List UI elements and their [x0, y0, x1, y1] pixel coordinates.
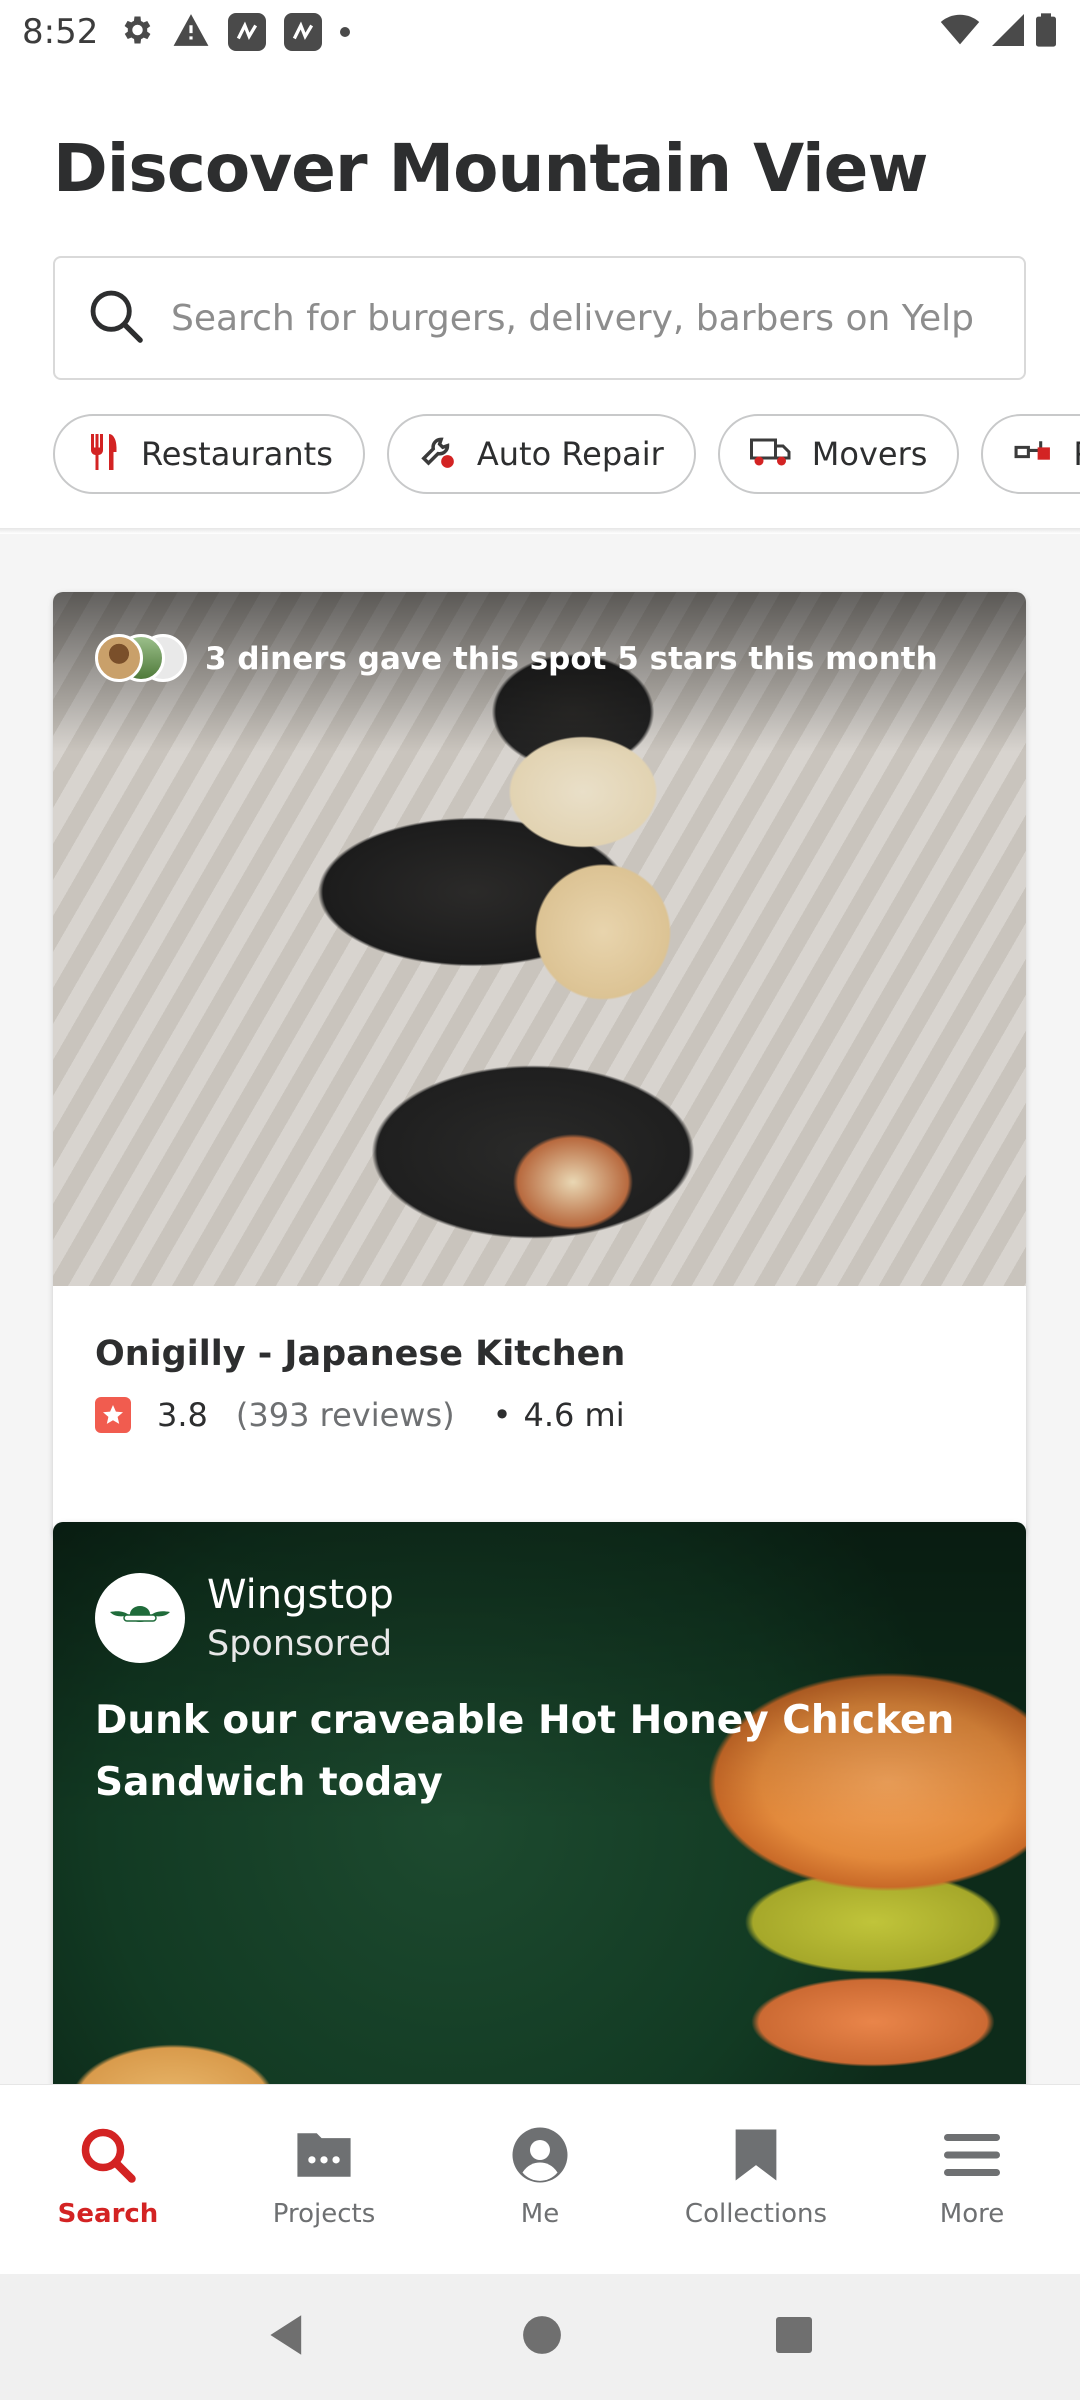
nav-label: Collections [684, 2199, 828, 2229]
app-icon [228, 13, 266, 51]
warning-icon [172, 12, 210, 53]
distance: 4.6 mi [523, 1396, 625, 1434]
nav-label: More [939, 2199, 1005, 2229]
review-count: (393 reviews) [235, 1396, 455, 1434]
business-info: Onigilly - Japanese Kitchen 3.8 (393 rev… [53, 1286, 1026, 1482]
system-nav-bar [0, 2274, 1080, 2400]
app-icon [284, 13, 322, 51]
search-icon [76, 2123, 140, 2187]
plumbing-icon [1013, 434, 1053, 475]
avatar-stack [95, 634, 187, 684]
truck-icon [749, 435, 792, 474]
rating-value: 3.8 [157, 1396, 208, 1434]
ad-headline: Dunk our craveable Hot Honey Chicken San… [95, 1698, 955, 1805]
wingstop-logo [95, 1573, 185, 1663]
search-placeholder: Search for burgers, delivery, barbers on… [171, 297, 975, 339]
nav-label: Me [520, 2199, 560, 2229]
battery-icon [1036, 12, 1056, 52]
profile-icon [508, 2123, 572, 2187]
sponsored-label: Sponsored [207, 1624, 393, 1664]
gear-icon [118, 12, 154, 53]
bookmark-icon [724, 2123, 788, 2187]
utensils-icon [85, 432, 121, 477]
search-icon [87, 287, 145, 350]
business-photo[interactable]: 3 diners gave this spot 5 stars this mon… [53, 592, 1026, 1286]
nav-more[interactable]: More [864, 2085, 1080, 2274]
business-name[interactable]: Onigilly - Japanese Kitchen [95, 1334, 984, 1374]
back-icon[interactable] [266, 2313, 310, 2362]
chip-label: P [1073, 435, 1080, 473]
status-bar: 8:52 [0, 0, 1080, 66]
status-notification-icons [118, 12, 350, 52]
ad-text: Wingstop Sponsored [207, 1572, 394, 1664]
status-time: 8:52 [22, 12, 99, 52]
feed[interactable]: 3 diners gave this spot 5 stars this mon… [0, 534, 1080, 2084]
chip-restaurants[interactable]: Restaurants [53, 414, 365, 494]
avatar [95, 634, 143, 682]
separator-dot: • [492, 1396, 512, 1434]
chip-plumbing[interactable]: P [981, 414, 1080, 494]
page-title: Discover Mountain View [53, 130, 928, 207]
dot-icon [340, 27, 350, 37]
nav-label: Projects [272, 2199, 376, 2229]
category-chips: Restaurants Auto Repair Movers P [0, 400, 1080, 510]
projects-icon [292, 2123, 356, 2187]
nav-projects[interactable]: Projects [216, 2085, 432, 2274]
signal-icon [992, 13, 1024, 51]
recents-icon[interactable] [774, 2315, 814, 2360]
social-proof: 3 diners gave this spot 5 stars this mon… [95, 634, 938, 684]
chip-movers[interactable]: Movers [717, 414, 960, 494]
social-proof-text: 3 diners gave this spot 5 stars this mon… [205, 641, 938, 677]
chip-label: Movers [811, 435, 928, 473]
nav-search[interactable]: Search [0, 2085, 216, 2274]
wifi-icon [940, 14, 980, 51]
menu-icon [940, 2123, 1004, 2187]
business-card[interactable]: 3 diners gave this spot 5 stars this mon… [53, 592, 1026, 1538]
business-meta: 3.8 (393 reviews) • 4.6 mi [95, 1396, 984, 1434]
ad-header: Wingstop Sponsored [95, 1572, 394, 1664]
chip-label: Restaurants [141, 435, 333, 473]
star-icon [95, 1397, 131, 1433]
status-system-icons [940, 12, 1056, 52]
ad-brand[interactable]: Wingstop [207, 1572, 394, 1618]
bottom-nav: Search Projects Me Collections More [0, 2084, 1080, 2274]
wrench-icon [419, 433, 457, 476]
chip-auto-repair[interactable]: Auto Repair [386, 414, 696, 494]
chip-label: Auto Repair [476, 435, 664, 473]
sponsored-ad-card[interactable]: Wingstop Sponsored Dunk our craveable Ho… [53, 1522, 1026, 2084]
nav-label: Search [57, 2199, 159, 2229]
home-icon[interactable] [521, 2314, 563, 2361]
search-input[interactable]: Search for burgers, delivery, barbers on… [53, 256, 1026, 380]
nav-collections[interactable]: Collections [648, 2085, 864, 2274]
nav-me[interactable]: Me [432, 2085, 648, 2274]
